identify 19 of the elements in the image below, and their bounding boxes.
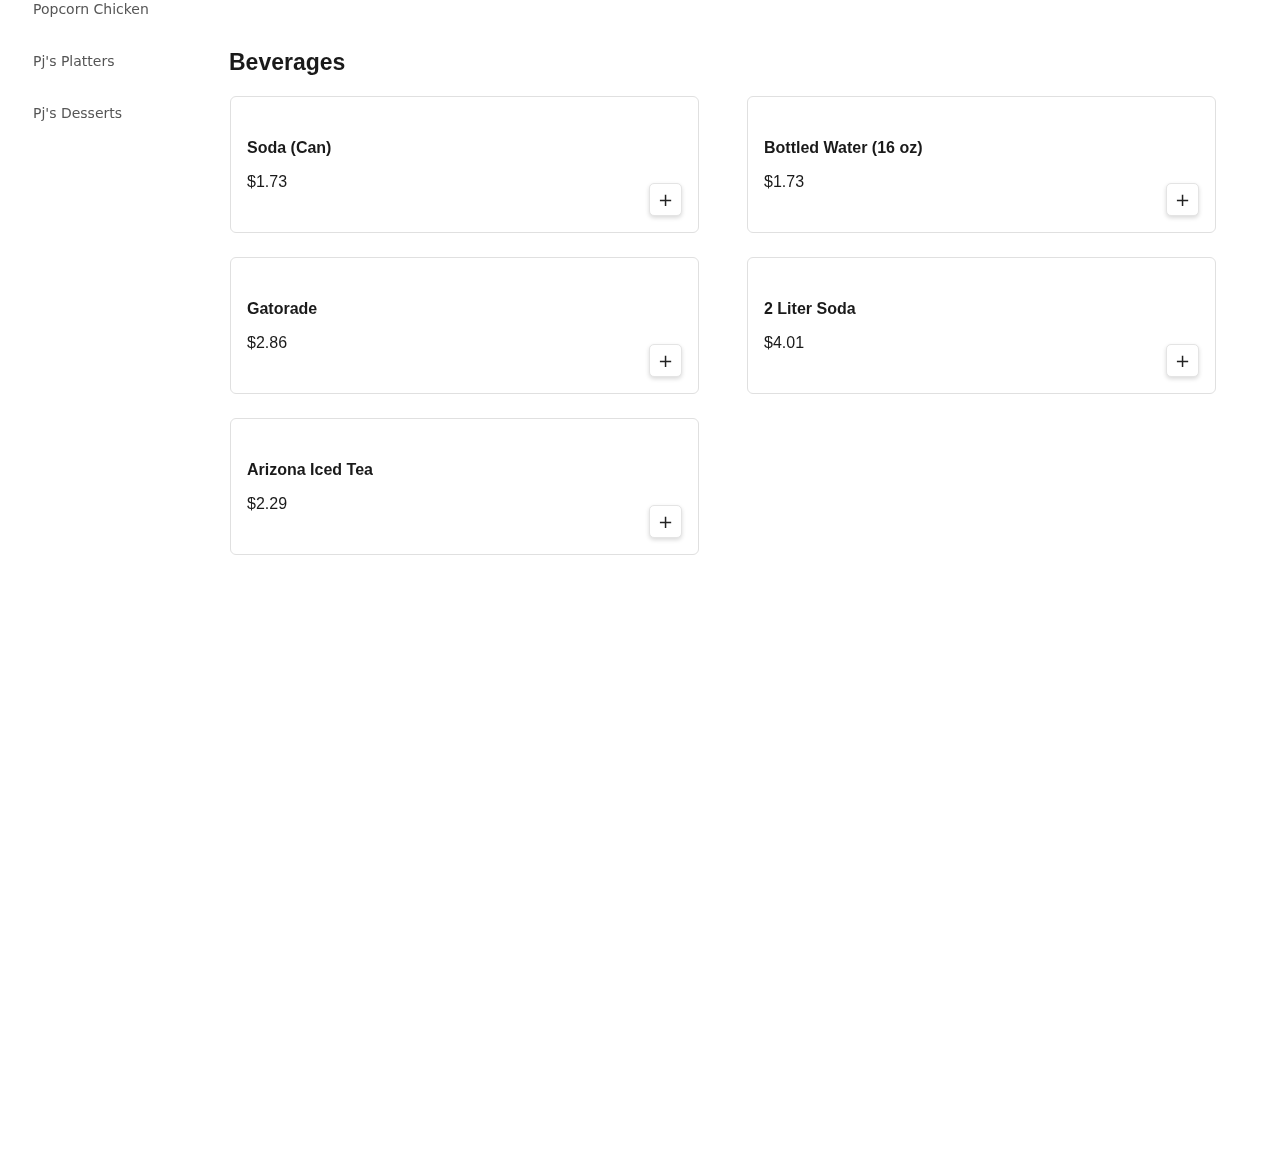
- item-name: Arizona Iced Tea: [247, 460, 373, 480]
- item-price: $2.86: [247, 333, 288, 353]
- add-button[interactable]: +: [649, 344, 682, 377]
- item-name: Bottled Water (16 oz): [764, 138, 923, 158]
- category-link[interactable]: Pj's Platters: [33, 52, 115, 70]
- category-link[interactable]: Pj's Desserts: [33, 104, 123, 122]
- section-title: Beverages: [229, 48, 346, 76]
- add-button[interactable]: +: [649, 505, 682, 538]
- item-price: $1.73: [247, 172, 288, 192]
- add-button[interactable]: +: [649, 183, 682, 216]
- item-price: $2.29: [247, 494, 288, 514]
- add-button[interactable]: +: [1166, 344, 1199, 377]
- item-price: $4.01: [764, 333, 805, 353]
- item-name: Soda (Can): [247, 138, 332, 158]
- item-name: 2 Liter Soda: [764, 299, 856, 319]
- add-button[interactable]: +: [1166, 183, 1199, 216]
- category-link[interactable]: Popcorn Chicken: [33, 0, 149, 18]
- item-price: $1.73: [764, 172, 805, 192]
- item-name: Gatorade: [247, 299, 318, 319]
